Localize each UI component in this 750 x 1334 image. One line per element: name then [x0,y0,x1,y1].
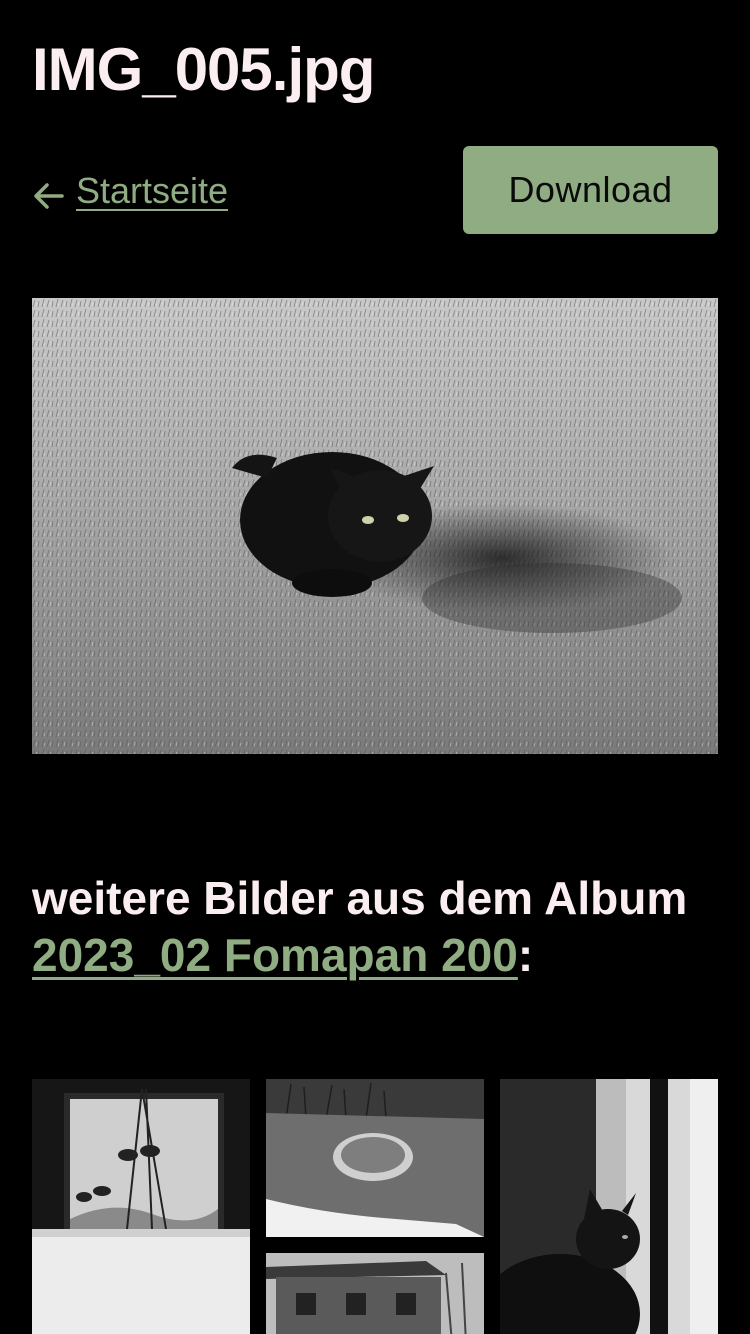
album-heading-prefix: weitere Bilder aus dem Album [32,872,688,924]
main-photo [32,298,718,754]
thumbnail-bowl[interactable] [266,1079,484,1237]
thumbnail-cat-window[interactable] [500,1079,718,1334]
thumbnail-house[interactable] [266,1253,484,1334]
album-link[interactable]: 2023_02 Fomapan 200 [32,929,518,981]
album-heading-suffix: : [517,929,534,981]
back-link-label: Startseite [76,170,229,211]
arrow-left-icon [32,176,66,209]
download-button[interactable]: Download [463,146,718,234]
image-detail-page: IMG_005.jpg Startseite Download weitere … [0,0,750,1334]
page-title: IMG_005.jpg [32,36,375,103]
back-to-home-link[interactable]: Startseite [32,168,228,214]
album-heading: weitere Bilder aus dem Album 2023_02 Fom… [32,870,722,984]
thumbnail-plant-window[interactable] [32,1079,250,1334]
